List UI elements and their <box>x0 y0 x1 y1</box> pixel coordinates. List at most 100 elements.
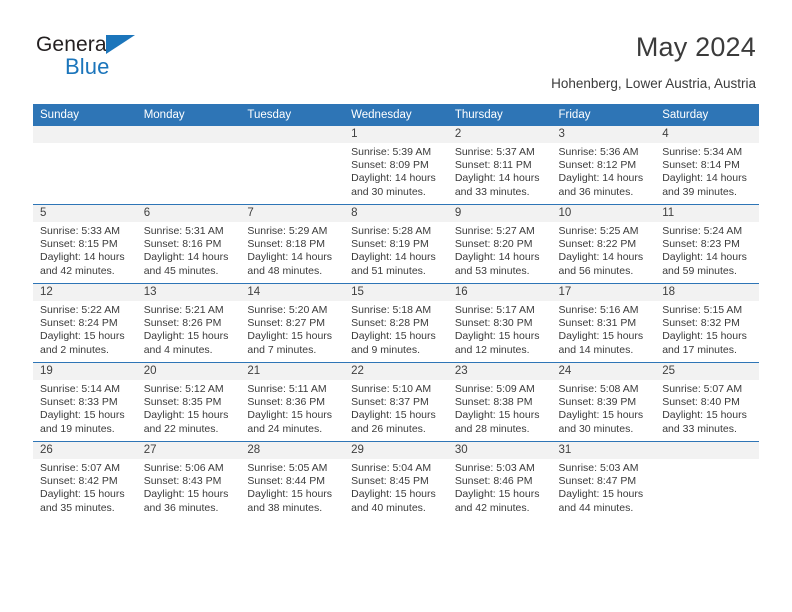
calendar-day-cell[interactable]: 25 Sunrise: 5:07 AM Sunset: 8:40 PM Dayligh… <box>655 362 759 442</box>
day-sun-info: Sunrise: 5:34 AM Sunset: 8:14 PM Daylight:… <box>655 143 759 199</box>
weekday-header-tuesday: Tuesday <box>240 104 345 126</box>
calendar-day-cell[interactable]: 14 Sunrise: 5:20 AM Sunset: 8:27 PM Dayligh… <box>240 283 345 363</box>
page-subtitle-location: Hohenberg, Lower Austria, Austria <box>551 76 756 91</box>
daylight-text: Daylight: 15 hours and 7 minutes. <box>247 330 333 356</box>
daylight-text: Daylight: 15 hours and 12 minutes. <box>454 330 540 356</box>
sunset-text: Sunset: 8:42 PM <box>40 475 118 488</box>
daylight-text: Daylight: 15 hours and 30 minutes. <box>558 409 644 435</box>
day-sun-info: Sunrise: 5:20 AM Sunset: 8:27 PM Daylight:… <box>240 301 344 357</box>
calendar-day-cell[interactable]: 26 Sunrise: 5:07 AM Sunset: 8:42 PM Dayligh… <box>33 441 137 520</box>
generalblue-logo[interactable]: General Blue <box>36 34 135 79</box>
sunrise-text: Sunrise: 5:36 AM <box>558 146 639 158</box>
day-number: 24 <box>551 363 656 380</box>
day-sun-info: Sunrise: 5:27 AM Sunset: 8:20 PM Daylight:… <box>448 222 552 278</box>
sunrise-text: Sunrise: 5:08 AM <box>558 383 639 395</box>
sunrise-text: Sunrise: 5:14 AM <box>40 383 120 395</box>
day-number: 26 <box>33 442 137 459</box>
sunset-text: Sunset: 8:31 PM <box>558 317 637 330</box>
calendar-day-cell-empty <box>655 441 759 520</box>
day-number: 25 <box>655 363 759 380</box>
calendar-day-cell[interactable]: 7 Sunrise: 5:29 AM Sunset: 8:18 PM Daylight… <box>240 204 345 284</box>
calendar-day-cell[interactable]: 11 Sunrise: 5:24 AM Sunset: 8:23 PM Dayligh… <box>655 204 759 284</box>
calendar-day-cell[interactable]: 2 Sunrise: 5:37 AM Sunset: 8:11 PM Daylight… <box>447 126 552 205</box>
daylight-text: Daylight: 15 hours and 44 minutes. <box>558 488 644 514</box>
day-sun-info: Sunrise: 5:03 AM Sunset: 8:47 PM Daylight:… <box>552 459 656 515</box>
day-number: 29 <box>344 442 448 459</box>
calendar-day-cell[interactable]: 13 Sunrise: 5:21 AM Sunset: 8:26 PM Dayligh… <box>136 283 241 363</box>
day-sun-info: Sunrise: 5:16 AM Sunset: 8:31 PM Daylight:… <box>552 301 656 357</box>
sunrise-text: Sunrise: 5:15 AM <box>662 304 743 316</box>
calendar-day-cell[interactable]: 22 Sunrise: 5:10 AM Sunset: 8:37 PM Dayligh… <box>344 362 448 442</box>
day-sun-info: Sunrise: 5:39 AM Sunset: 8:09 PM Daylight:… <box>344 143 448 199</box>
weekday-header-monday: Monday <box>136 104 241 126</box>
daylight-text: Daylight: 15 hours and 38 minutes. <box>247 488 333 514</box>
calendar-day-cell[interactable]: 18 Sunrise: 5:15 AM Sunset: 8:32 PM Dayligh… <box>655 283 759 363</box>
day-sun-info: Sunrise: 5:36 AM Sunset: 8:12 PM Daylight:… <box>552 143 656 199</box>
day-number: 21 <box>240 363 345 380</box>
day-sun-info: Sunrise: 5:12 AM Sunset: 8:35 PM Daylight:… <box>137 380 241 436</box>
day-number: 27 <box>136 442 241 459</box>
calendar-day-cell[interactable]: 8 Sunrise: 5:28 AM Sunset: 8:19 PM Daylight… <box>344 204 448 284</box>
day-sun-info: Sunrise: 5:07 AM Sunset: 8:42 PM Daylight:… <box>33 459 137 515</box>
page-header: General Blue May 2024 Hohenberg, Lower A… <box>0 0 792 91</box>
sunset-text: Sunset: 8:40 PM <box>662 396 740 409</box>
daylight-text: Daylight: 14 hours and 48 minutes. <box>247 251 333 277</box>
calendar-week-row: 1 Sunrise: 5:39 AM Sunset: 8:09 PM Daylight… <box>33 126 759 205</box>
day-number: 5 <box>33 205 137 222</box>
sunset-text: Sunset: 8:35 PM <box>143 396 222 409</box>
calendar-week-row: 19 Sunrise: 5:14 AM Sunset: 8:33 PM Dayligh… <box>33 362 759 442</box>
calendar-day-cell[interactable]: 29 Sunrise: 5:04 AM Sunset: 8:45 PM Dayligh… <box>344 441 448 520</box>
daylight-text: Daylight: 14 hours and 56 minutes. <box>558 251 644 277</box>
sunrise-text: Sunrise: 5:17 AM <box>454 304 535 316</box>
sunset-text: Sunset: 8:32 PM <box>662 317 740 330</box>
sunset-text: Sunset: 8:26 PM <box>143 317 222 330</box>
calendar-day-cell[interactable]: 10 Sunrise: 5:25 AM Sunset: 8:22 PM Dayligh… <box>551 204 656 284</box>
calendar-day-cell[interactable]: 15 Sunrise: 5:18 AM Sunset: 8:28 PM Dayligh… <box>344 283 448 363</box>
sunset-text: Sunset: 8:38 PM <box>454 396 533 409</box>
calendar-day-cell[interactable]: 9 Sunrise: 5:27 AM Sunset: 8:20 PM Daylight… <box>447 204 552 284</box>
sunrise-text: Sunrise: 5:07 AM <box>40 462 120 474</box>
day-sun-info: Sunrise: 5:21 AM Sunset: 8:26 PM Daylight:… <box>137 301 241 357</box>
sunrise-text: Sunrise: 5:39 AM <box>351 146 432 158</box>
day-number: 14 <box>240 284 345 301</box>
calendar-day-cell[interactable]: 23 Sunrise: 5:09 AM Sunset: 8:38 PM Dayligh… <box>447 362 552 442</box>
daylight-text: Daylight: 15 hours and 14 minutes. <box>558 330 644 356</box>
calendar-page: General Blue May 2024 Hohenberg, Lower A… <box>0 0 792 612</box>
logo-blue-label: Blue <box>65 54 110 79</box>
calendar-day-cell[interactable]: 17 Sunrise: 5:16 AM Sunset: 8:31 PM Dayligh… <box>551 283 656 363</box>
calendar-week-row: 5 Sunrise: 5:33 AM Sunset: 8:15 PM Daylight… <box>33 204 759 284</box>
calendar-day-cell[interactable]: 24 Sunrise: 5:08 AM Sunset: 8:39 PM Dayligh… <box>551 362 656 442</box>
calendar-day-cell[interactable]: 28 Sunrise: 5:05 AM Sunset: 8:44 PM Dayligh… <box>240 441 345 520</box>
calendar-day-cell[interactable]: 3 Sunrise: 5:36 AM Sunset: 8:12 PM Daylight… <box>551 126 656 205</box>
calendar-day-cell[interactable]: 6 Sunrise: 5:31 AM Sunset: 8:16 PM Daylight… <box>136 204 241 284</box>
sunrise-text: Sunrise: 5:29 AM <box>247 225 328 237</box>
sunrise-text: Sunrise: 5:18 AM <box>351 304 432 316</box>
day-sun-info: Sunrise: 5:07 AM Sunset: 8:40 PM Daylight:… <box>655 380 759 436</box>
calendar-day-cell[interactable]: 5 Sunrise: 5:33 AM Sunset: 8:15 PM Daylight… <box>33 204 137 284</box>
sunrise-text: Sunrise: 5:25 AM <box>558 225 639 237</box>
calendar-day-cell[interactable]: 27 Sunrise: 5:06 AM Sunset: 8:43 PM Dayligh… <box>136 441 241 520</box>
daylight-text: Daylight: 15 hours and 9 minutes. <box>351 330 436 356</box>
calendar-day-cell[interactable]: 19 Sunrise: 5:14 AM Sunset: 8:33 PM Dayligh… <box>33 362 137 442</box>
day-number: 9 <box>447 205 552 222</box>
calendar-day-cell[interactable]: 4 Sunrise: 5:34 AM Sunset: 8:14 PM Daylight… <box>655 126 759 205</box>
sunset-text: Sunset: 8:37 PM <box>351 396 429 409</box>
sunset-text: Sunset: 8:23 PM <box>662 238 740 251</box>
day-sun-info: Sunrise: 5:04 AM Sunset: 8:45 PM Daylight:… <box>344 459 448 515</box>
day-number: 10 <box>551 205 656 222</box>
calendar-day-cell[interactable]: 1 Sunrise: 5:39 AM Sunset: 8:09 PM Daylight… <box>344 126 448 205</box>
calendar-day-cell[interactable]: 30 Sunrise: 5:03 AM Sunset: 8:46 PM Dayligh… <box>447 441 552 520</box>
sunrise-text: Sunrise: 5:09 AM <box>454 383 535 395</box>
calendar-day-cell[interactable]: 31 Sunrise: 5:03 AM Sunset: 8:47 PM Dayligh… <box>551 441 656 520</box>
sunrise-text: Sunrise: 5:27 AM <box>454 225 535 237</box>
daylight-text: Daylight: 15 hours and 24 minutes. <box>247 409 333 435</box>
day-number: 8 <box>344 205 448 222</box>
calendar-day-cell[interactable]: 21 Sunrise: 5:11 AM Sunset: 8:36 PM Dayligh… <box>240 362 345 442</box>
sunset-text: Sunset: 8:24 PM <box>40 317 118 330</box>
calendar-day-cell[interactable]: 12 Sunrise: 5:22 AM Sunset: 8:24 PM Dayligh… <box>33 283 137 363</box>
calendar-day-cell[interactable]: 16 Sunrise: 5:17 AM Sunset: 8:30 PM Dayligh… <box>447 283 552 363</box>
daylight-text: Daylight: 15 hours and 42 minutes. <box>454 488 540 514</box>
day-number: 30 <box>447 442 552 459</box>
sunrise-text: Sunrise: 5:37 AM <box>454 146 535 158</box>
calendar-day-cell[interactable]: 20 Sunrise: 5:12 AM Sunset: 8:35 PM Dayligh… <box>136 362 241 442</box>
